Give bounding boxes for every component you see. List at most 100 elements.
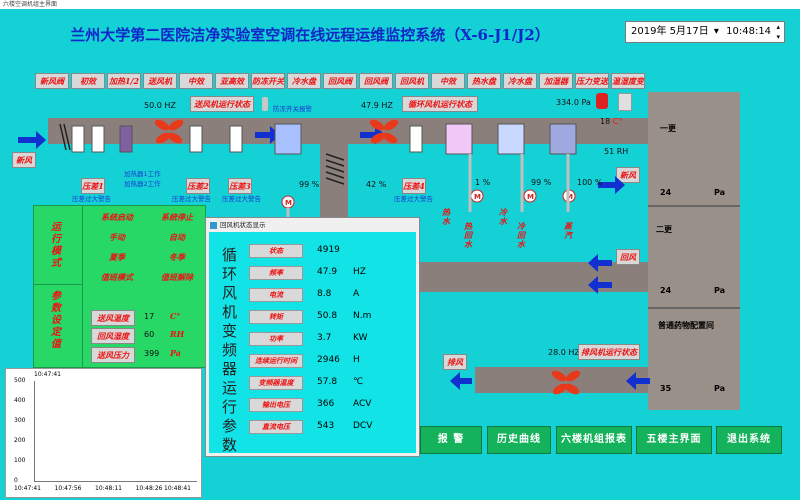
param-label-supply-pressure: 送风压力 <box>91 347 135 363</box>
param-unit: ℃ <box>353 377 364 387</box>
chart-x-tick: 10:48:11 <box>95 485 122 492</box>
popup-titlebar: 回风机状态显示 <box>206 218 419 232</box>
filter-icons <box>71 123 577 155</box>
param-label-return-humidity: 回风湿度 <box>91 328 135 344</box>
param-unit: N.m <box>353 311 372 321</box>
control-mode-button[interactable]: 值班模式 <box>94 270 140 284</box>
control-mode-button[interactable]: 系统停止 <box>154 210 200 224</box>
chart-plot-area <box>34 381 197 482</box>
exhaust-fan-status-button[interactable]: 排风机运行状态 <box>578 344 640 360</box>
svg-text:M: M <box>474 193 481 201</box>
arrow-icon <box>450 372 472 390</box>
param-unit-supply-temp: C° <box>170 311 181 321</box>
param-section-title: 参数设定值 <box>51 291 61 350</box>
arrow-icon <box>626 372 650 390</box>
valve-2-opening: 42 % <box>366 180 386 189</box>
svg-text:M: M <box>285 199 292 207</box>
param-label-supply-temp: 送风温度 <box>91 310 135 326</box>
param-label: 连续运行时间 <box>249 354 303 368</box>
param-value-supply-pressure[interactable]: 399 <box>144 349 159 358</box>
floor6-report-button[interactable]: 六楼机组报表 <box>556 426 632 454</box>
heater-1-status: 加热器1工作 <box>124 170 161 178</box>
valve-5-value: 100 <box>577 178 593 187</box>
param-value-supply-temp[interactable]: 17 <box>144 312 154 321</box>
alarm-button[interactable]: 报 警 <box>420 426 482 454</box>
popup-app-icon <box>210 221 217 229</box>
floor5-main-button[interactable]: 五楼主界面 <box>636 426 712 454</box>
supply-fan-icon <box>154 119 184 144</box>
return-fan-icon <box>369 119 399 144</box>
param-label: 变频器温度 <box>249 376 303 390</box>
control-mode-button[interactable]: 手动 <box>94 230 140 244</box>
return-fan-status-window: 回风机状态显示 循环风机变频器运行参数 状态 4919 频率 47.9 HZ 电流 8.8 A… <box>205 217 420 457</box>
valve-5-opening: 100 % <box>577 178 602 187</box>
pipe-label-cold-water: 冷水 <box>499 207 507 226</box>
param-label: 频率 <box>249 266 303 280</box>
chart-x-tick: 10:48:26 <box>135 485 163 492</box>
param-unit-supply-pressure: Pa <box>170 348 181 358</box>
param-label: 电流 <box>249 288 303 302</box>
param-label: 直流电压 <box>249 420 303 434</box>
chart-y-tick: 100 <box>14 457 26 464</box>
param-value: 8.8 <box>317 289 332 299</box>
exit-system-button[interactable]: 退出系统 <box>716 426 782 454</box>
pressure-diff-4[interactable]: 压差4 <box>402 178 426 194</box>
param-value: 2946 <box>317 355 340 365</box>
pressure-diff-1[interactable]: 压差1 <box>81 178 105 194</box>
valve-3-unit: % <box>482 178 491 187</box>
popup-vertical-title: 循环风机变频器运行参数 <box>222 246 238 454</box>
control-mode-button[interactable]: 值班解除 <box>154 270 200 284</box>
param-value: 3.7 <box>317 333 332 343</box>
exhaust-fan-freq: 28.0 HZ <box>548 348 580 357</box>
pipe-label-hot-water: 热水 <box>442 207 450 226</box>
param-label: 功率 <box>249 332 303 346</box>
param-label: 输出电压 <box>249 398 303 412</box>
param-value: 50.8 <box>317 311 338 321</box>
valve-2-unit: % <box>378 180 387 189</box>
chart-x-tick: 10:47:56 <box>54 485 82 492</box>
pressure-diff-3-alarm: 压差过大警告 <box>222 195 261 203</box>
valve-4-value: 99 <box>531 178 542 187</box>
arrow-icon <box>588 276 612 294</box>
chart-header-time: 10:47:41 <box>34 371 61 378</box>
param-label: 状态 <box>249 244 303 258</box>
valve-3-opening: 1 % <box>475 178 490 187</box>
pressure-diff-4-alarm: 压差过大警告 <box>394 195 433 203</box>
param-value: 543 <box>317 421 335 431</box>
control-mode-button[interactable]: 夏季 <box>94 250 140 264</box>
heater-2-status: 加热器2工作 <box>124 180 161 188</box>
svg-text:M: M <box>527 193 534 201</box>
valve-4-unit: % <box>543 178 552 187</box>
param-unit: DCV <box>353 421 373 431</box>
trend-chart: 10:47:41 500 400 300 200 100 0 10:47:41 10:47:… <box>5 368 202 498</box>
pressure-diff-3[interactable]: 压差3 <box>228 178 252 194</box>
param-value-return-humidity[interactable]: 60 <box>144 330 154 339</box>
param-unit: HZ <box>353 267 366 277</box>
chart-y-tick: 300 <box>14 417 26 424</box>
pressure-diff-1-alarm: 压差过大警告 <box>72 195 111 203</box>
mode-section: 运行模式 <box>34 206 83 285</box>
pipe-label-cold-return: 冷回水 <box>517 221 525 249</box>
history-curve-button[interactable]: 历史曲线 <box>487 426 551 454</box>
control-mode-button[interactable]: 自动 <box>154 230 200 244</box>
control-mode-button[interactable]: 冬季 <box>154 250 200 264</box>
chart-y-tick: 0 <box>14 477 18 484</box>
pressure-diff-2-alarm: 压差过大警告 <box>172 195 211 203</box>
param-section: 参数设定值 <box>34 285 83 367</box>
param-unit: ACV <box>353 399 372 409</box>
chart-y-tick: 400 <box>14 397 26 404</box>
exhaust-fan-freq-value: 28.0 <box>548 348 566 357</box>
valve-4-opening: 99 % <box>531 178 551 187</box>
valve-1-value: 99 <box>299 180 310 189</box>
control-mode-button[interactable]: 系统启动 <box>94 210 140 224</box>
valve-2-value: 42 <box>366 180 377 189</box>
pressure-diff-2[interactable]: 压差2 <box>186 178 210 194</box>
valve-1-unit: % <box>311 180 320 189</box>
chart-y-tick: 500 <box>14 377 26 384</box>
chart-y-tick: 200 <box>14 437 26 444</box>
popup-content: 循环风机变频器运行参数 状态 4919 频率 47.9 HZ 电流 8.8 A 转矩 50.8 N.… <box>209 232 416 454</box>
param-unit: H <box>353 355 360 365</box>
param-value: 47.9 <box>317 267 338 277</box>
arrow-icon <box>18 131 46 149</box>
param-unit: KW <box>353 333 368 343</box>
